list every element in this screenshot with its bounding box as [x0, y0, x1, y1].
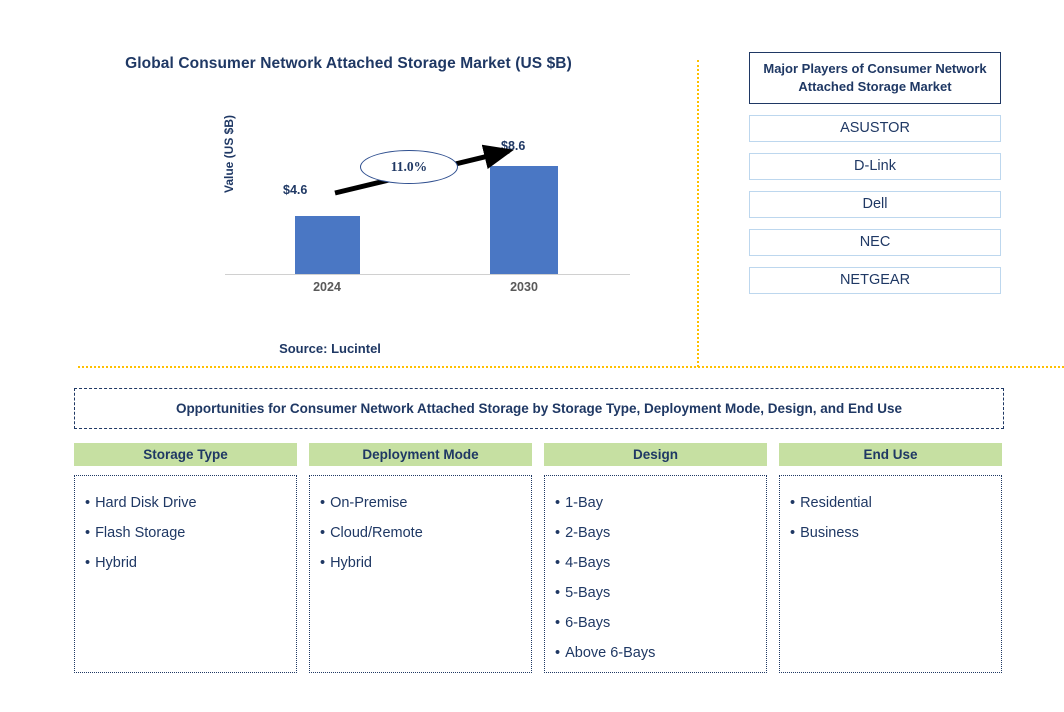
opportunities-columns: Storage Type • Hard Disk Drive • Flash Sto… — [74, 443, 1002, 673]
list-item: • Residential — [790, 488, 991, 518]
bullet-icon: • — [85, 495, 91, 511]
list-item-label: Hybrid — [95, 555, 137, 571]
opportunity-column-end-use: End Use • Residential • Business — [779, 443, 1002, 673]
bar-value-2030: $8.6 — [501, 139, 526, 153]
bullet-icon: • — [320, 525, 326, 541]
horizontal-divider — [78, 366, 1064, 368]
list-item: • 5-Bays — [555, 578, 756, 608]
x-axis-line — [225, 274, 630, 275]
list-item-label: Business — [800, 525, 859, 541]
bullet-icon: • — [555, 495, 561, 511]
market-chart-panel: Global Consumer Network Attached Storage… — [0, 0, 697, 367]
list-item: • 1-Bay — [555, 488, 756, 518]
list-item: • On-Premise — [320, 488, 521, 518]
major-players-header: Major Players of Consumer Network Attach… — [749, 52, 1001, 105]
list-item: • Hybrid — [85, 548, 286, 578]
bullet-icon: • — [85, 555, 91, 571]
player-row-netgear: NETGEAR — [749, 267, 1001, 295]
list-item: • 4-Bays — [555, 548, 756, 578]
opportunity-column-storage-type: Storage Type • Hard Disk Drive • Flash Sto… — [74, 443, 297, 673]
list-item-label: 5-Bays — [565, 585, 611, 601]
opportunities-title-box: Opportunities for Consumer Network Attac… — [74, 388, 1004, 429]
column-header-design: Design — [544, 443, 767, 466]
vertical-divider — [697, 60, 699, 367]
column-body-end-use: • Residential • Business — [779, 475, 1002, 673]
x-tick-2024: 2024 — [313, 280, 341, 294]
chart-title: Global Consumer Network Attached Storage… — [125, 55, 572, 72]
list-item-label: On-Premise — [330, 495, 408, 511]
source-note: Source: Lucintel — [279, 341, 381, 356]
list-item-label: 2-Bays — [565, 525, 611, 541]
bullet-icon: • — [790, 525, 796, 541]
player-row-asustor: ASUSTOR — [749, 115, 1001, 143]
list-item-label: Above 6-Bays — [565, 645, 656, 661]
y-axis-label: Value (US $B) — [222, 114, 236, 194]
list-item: • Flash Storage — [85, 518, 286, 548]
player-row-dell: Dell — [749, 191, 1001, 219]
bullet-icon: • — [555, 525, 561, 541]
list-item-label: 1-Bay — [565, 495, 603, 511]
bullet-icon: • — [85, 525, 91, 541]
column-body-deployment-mode: • On-Premise • Cloud/Remote • Hybrid — [309, 475, 532, 673]
list-item: • 6-Bays — [555, 608, 756, 638]
list-item-label: Cloud/Remote — [330, 525, 423, 541]
column-header-deployment-mode: Deployment Mode — [309, 443, 532, 466]
column-header-end-use: End Use — [779, 443, 1002, 466]
list-item: • Business — [790, 518, 991, 548]
list-item-label: 6-Bays — [565, 615, 611, 631]
list-item: • Above 6-Bays — [555, 638, 756, 668]
x-tick-2030: 2030 — [510, 280, 538, 294]
opportunity-column-design: Design • 1-Bay • 2-Bays • 4-Bays • 5-Bays • 6… — [544, 443, 767, 673]
list-item-label: Flash Storage — [95, 525, 186, 541]
bullet-icon: • — [320, 555, 326, 571]
column-body-design: • 1-Bay • 2-Bays • 4-Bays • 5-Bays • 6-Bays •… — [544, 475, 767, 673]
player-row-nec: NEC — [749, 229, 1001, 257]
list-item: • Cloud/Remote — [320, 518, 521, 548]
bar-2030 — [490, 166, 558, 274]
opportunity-column-deployment-mode: Deployment Mode • On-Premise • Cloud/Remot… — [309, 443, 532, 673]
list-item: • 2-Bays — [555, 518, 756, 548]
player-row-dlink: D-Link — [749, 153, 1001, 181]
bullet-icon: • — [790, 495, 796, 511]
list-item: • Hard Disk Drive — [85, 488, 286, 518]
bar-value-2024: $4.6 — [283, 183, 308, 197]
bullet-icon: • — [555, 645, 561, 661]
list-item-label: 4-Bays — [565, 555, 611, 571]
list-item: • Hybrid — [320, 548, 521, 578]
bullet-icon: • — [320, 495, 326, 511]
bullet-icon: • — [555, 615, 561, 631]
major-players-panel: Major Players of Consumer Network Attach… — [749, 52, 1001, 295]
list-item-label: Hard Disk Drive — [95, 495, 197, 511]
bar-2024 — [295, 216, 360, 274]
list-item-label: Hybrid — [330, 555, 372, 571]
list-item-label: Residential — [800, 495, 872, 511]
column-body-storage-type: • Hard Disk Drive • Flash Storage • Hybrid — [74, 475, 297, 673]
bullet-icon: • — [555, 585, 561, 601]
cagr-badge: 11.0% — [360, 150, 458, 184]
chart-plot-area: Value (US $B) $4.6 $8.6 2024 2030 11.0% — [222, 115, 630, 294]
bullet-icon: • — [555, 555, 561, 571]
column-header-storage-type: Storage Type — [74, 443, 297, 466]
opportunities-title: Opportunities for Consumer Network Attac… — [175, 401, 903, 416]
